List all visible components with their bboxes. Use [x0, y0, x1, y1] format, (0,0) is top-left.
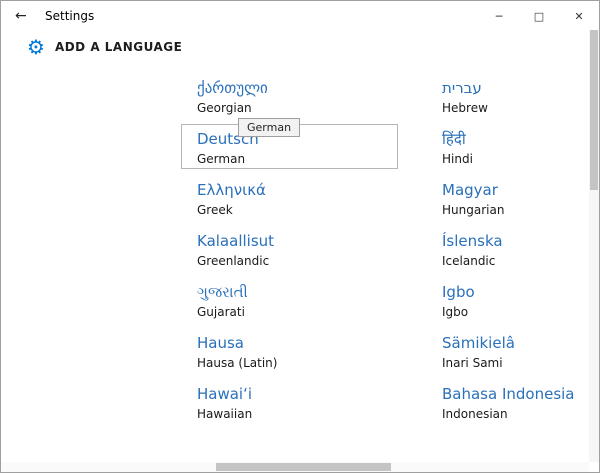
language-native-name: Bahasa Indonesia: [442, 385, 575, 403]
language-tile-indonesian[interactable]: Bahasa Indonesia Indonesian: [426, 379, 599, 424]
language-tile-georgian[interactable]: ქართული Georgian: [181, 73, 398, 118]
language-english-name: Hawaiian: [197, 407, 253, 421]
language-native-name: Igbo: [442, 283, 475, 301]
language-tile-hungarian[interactable]: Magyar Hungarian: [426, 175, 599, 220]
horizontal-scrollbar-thumb[interactable]: [216, 463, 391, 471]
language-tile-gujarati[interactable]: ગુજરાતી Gujarati: [181, 277, 398, 322]
page-title: ADD A LANGUAGE: [54, 40, 183, 54]
language-english-name: Hungarian: [442, 203, 505, 217]
language-english-name: Hindi: [442, 152, 473, 166]
language-english-name: Igbo: [442, 305, 469, 319]
language-native-name: ქართული: [197, 79, 268, 97]
language-native-name: Sämikielâ: [442, 334, 515, 352]
minimize-button[interactable]: ─: [479, 1, 519, 31]
gear-icon: ⚙: [27, 35, 45, 59]
language-tile-greek[interactable]: Ελληνικά Greek: [181, 175, 398, 220]
language-english-name: German: [197, 152, 246, 166]
language-column-right: עברית Hebrew हिंदी Hindi Magyar Hungaria…: [426, 73, 599, 430]
language-tile-icelandic[interactable]: Íslenska Icelandic: [426, 226, 599, 271]
titlebar: ← Settings ─ □ ✕: [1, 1, 599, 31]
language-english-name: Hausa (Latin): [197, 356, 278, 370]
language-english-name: Greenlandic: [197, 254, 270, 268]
window-title: Settings: [45, 9, 95, 23]
language-english-name: Indonesian: [442, 407, 508, 421]
language-tile-hausa[interactable]: Hausa Hausa (Latin): [181, 328, 398, 373]
language-native-name: Hausa: [197, 334, 244, 352]
language-tile-igbo[interactable]: Igbo Igbo: [426, 277, 599, 322]
language-english-name: Icelandic: [442, 254, 496, 268]
language-tile-hindi[interactable]: हिंदी Hindi: [426, 124, 599, 169]
language-native-name: Magyar: [442, 181, 498, 199]
language-tile-hawaiian[interactable]: Hawaiʻi Hawaiian: [181, 379, 398, 424]
language-native-name: हिंदी: [442, 130, 466, 148]
back-icon[interactable]: ←: [15, 8, 33, 24]
vertical-scrollbar[interactable]: [589, 30, 599, 462]
language-english-name: Greek: [197, 203, 233, 217]
language-tile-hebrew[interactable]: עברית Hebrew: [426, 73, 599, 118]
language-native-name: Hawaiʻi: [197, 385, 253, 403]
language-tile-greenlandic[interactable]: Kalaallisut Greenlandic: [181, 226, 398, 271]
language-native-name: Kalaallisut: [197, 232, 275, 250]
language-native-name: Ελληνικά: [197, 181, 266, 199]
language-tile-inari-sami[interactable]: Sämikielâ Inari Sami: [426, 328, 599, 373]
language-english-name: Georgian: [197, 101, 252, 115]
language-english-name: Hebrew: [442, 101, 488, 115]
language-english-name: Inari Sami: [442, 356, 503, 370]
language-native-name: עברית: [442, 79, 482, 97]
language-native-name: Íslenska: [442, 232, 503, 250]
vertical-scrollbar-thumb[interactable]: [590, 30, 598, 190]
maximize-button[interactable]: □: [519, 1, 559, 31]
language-english-name: Gujarati: [197, 305, 245, 319]
horizontal-scrollbar[interactable]: [1, 462, 589, 472]
tooltip: German: [238, 118, 301, 137]
language-native-name: ગુજરાતી: [197, 283, 248, 301]
page-header: ⚙ ADD A LANGUAGE: [1, 31, 599, 63]
window-controls: ─ □ ✕: [479, 1, 599, 31]
settings-window: ← Settings ─ □ ✕ ⚙ ADD A LANGUAGE German…: [0, 0, 600, 473]
close-button[interactable]: ✕: [559, 1, 599, 31]
